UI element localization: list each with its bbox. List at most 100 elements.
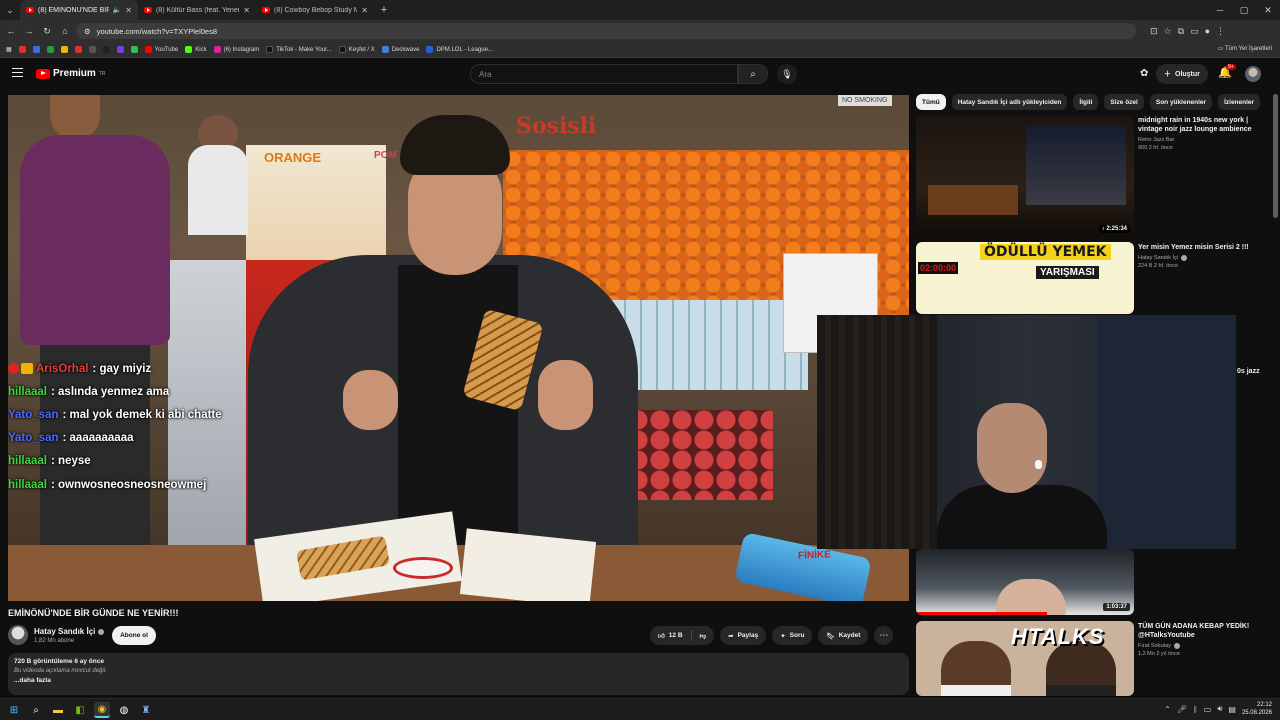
video-thumbnail[interactable]: HTALKS (916, 621, 1134, 696)
back-icon[interactable]: ← (4, 24, 18, 38)
install-app-icon[interactable]: ⊡ (1150, 26, 1158, 37)
chip-for-you[interactable]: Size özel (1104, 94, 1144, 110)
sidebar-icon[interactable]: ▭ (1190, 26, 1199, 37)
hamburger-menu-icon[interactable] (12, 68, 23, 77)
reload-icon[interactable]: ↻ (40, 24, 54, 38)
channel-avatar[interactable] (8, 625, 28, 645)
chat-badge-icon (8, 363, 19, 375)
recommendation-item[interactable]: HTALKS TÜM GÜN ADANA KEBAP YEDİK! @HTalk… (916, 621, 1266, 696)
apps-icon[interactable]: ▦ (6, 46, 12, 53)
share-button[interactable]: ➦ Paylaş (720, 626, 767, 645)
recommendation-channel[interactable]: Hatay Sandık İçi (1138, 255, 1266, 261)
bookmark-tiktok[interactable]: TikTok - Make Your... (266, 46, 332, 53)
search-button[interactable]: ⌕ (738, 64, 768, 84)
recommendation-item[interactable]: 1:03:37 (916, 549, 1266, 623)
bookmark-item[interactable] (46, 46, 54, 53)
video-thumbnail[interactable]: 1:03:37 (916, 549, 1134, 615)
youtube-favicon-icon (262, 7, 270, 13)
extensions-icon[interactable]: ⧉ (1178, 26, 1184, 37)
tab-close-icon[interactable]: ✕ (125, 6, 132, 15)
bookmark-item[interactable] (18, 46, 26, 53)
volume-icon[interactable]: 🔊︎ (1217, 704, 1222, 714)
tab-close-icon[interactable]: ✕ (361, 6, 368, 15)
new-tab-button[interactable]: + (374, 4, 394, 16)
home-icon[interactable]: ⌂ (58, 24, 72, 38)
bookmark-kick[interactable]: Kick (185, 46, 207, 53)
bookmark-instagram[interactable]: (6) Instagram (213, 46, 259, 53)
description-box[interactable]: 720 B görüntüleme 6 ay önce Bu videoda a… (8, 653, 909, 695)
profile-icon[interactable]: ● (1205, 26, 1210, 37)
recommendation-title[interactable]: TÜM GÜN ADANA KEBAP YEDİK! @HTalksYoutub… (1138, 622, 1266, 640)
file-explorer-icon[interactable]: ▬ (50, 702, 66, 718)
forward-icon[interactable]: → (22, 24, 36, 38)
recommendation-item[interactable]: 02:00:00 ÖDÜLLÜ YEMEK YARIŞMASI Yer misi… (916, 242, 1266, 316)
bookmark-item[interactable] (102, 46, 110, 53)
chip-watched[interactable]: İzlenenler (1218, 94, 1261, 110)
account-avatar[interactable] (1245, 66, 1261, 82)
bookmark-x[interactable]: Keşfet / X (338, 46, 375, 53)
chip-from-uploader[interactable]: Hatay Sandık İçi adlı yükleyiciden (951, 94, 1068, 110)
page-scrollbar[interactable] (1273, 94, 1278, 218)
bookmark-star-icon[interactable]: ☆ (1164, 26, 1172, 37)
recommendation-item[interactable]: ♪ 2:25:34 midnight rain in 1940s new yor… (916, 115, 1266, 237)
site-info-icon[interactable]: ⚙ (84, 27, 91, 36)
browser-menu-icon[interactable]: ⋮ (1216, 26, 1225, 37)
recommendation-channel[interactable]: Retro Jazz Bar (1138, 137, 1266, 143)
nvidia-icon[interactable]: ◧ (72, 702, 88, 718)
discord-icon[interactable]: ◍ (116, 702, 132, 718)
recommendation-title[interactable]: midnight rain in 1940s new york | vintag… (1138, 116, 1266, 134)
bookmark-item[interactable] (130, 46, 138, 53)
tray-chevron-icon[interactable]: ⌃ (1164, 705, 1171, 714)
cast-icon[interactable]: ✿ (1140, 68, 1148, 79)
steam-icon[interactable]: ♜ (138, 702, 154, 718)
chip-recent[interactable]: Son yüklenenler (1149, 94, 1213, 110)
bluetooth-icon[interactable]: ᛒ (1193, 705, 1198, 714)
chip-all[interactable]: Tümü (916, 94, 946, 110)
video-player[interactable]: NO SMOKING Sosisli ORANGE POM FİNİKE Ari… (8, 95, 909, 601)
show-more-link[interactable]: ...daha fazla (14, 677, 903, 684)
minimize-icon[interactable]: ─ (1208, 0, 1232, 20)
speaker-icon[interactable]: 🔈 (113, 6, 122, 14)
chip-related[interactable]: İlgili (1073, 94, 1099, 110)
search-icon[interactable]: ⌕ (28, 702, 44, 718)
tab-video[interactable]: (8) EMİNÖNÜ'NDE BİR GÜ 🔈 ✕ (20, 0, 138, 20)
tab-cowboy-bebop[interactable]: (8) Cowboy Bebop Study Music ✕ (256, 0, 374, 20)
maximize-icon[interactable]: ▢ (1232, 0, 1256, 20)
create-button[interactable]: ＋ Oluştur (1156, 64, 1208, 84)
bookmark-deckwave[interactable]: Deckwave (381, 46, 419, 53)
voice-search-button[interactable]: 🎙 (777, 64, 797, 84)
subscribe-button[interactable]: Abone ol (112, 626, 156, 645)
like-button[interactable]: 👍︎ 12 B (650, 626, 691, 645)
tab-kultur-bass[interactable]: (8) Kültür Bass (feat. Yener Çevik ✕ (138, 0, 256, 20)
recommendation-channel[interactable]: Fırat Sobutay (1138, 643, 1266, 649)
mic-tray-icon[interactable]: 🎤︎ (1177, 705, 1187, 714)
bookmark-dpm[interactable]: DPM.LOL - League... (426, 46, 493, 53)
channel-name[interactable]: Hatay Sandık İçi (34, 627, 105, 636)
bookmark-item[interactable] (74, 46, 82, 53)
youtube-logo[interactable]: Premium TR (36, 68, 105, 79)
display-icon[interactable]: ▭ (1204, 705, 1212, 714)
video-thumbnail[interactable]: 02:00:00 ÖDÜLLÜ YEMEK YARIŞMASI (916, 242, 1134, 314)
bookmark-item[interactable] (60, 46, 68, 53)
address-bar[interactable]: ⚙ youtube.com/watch?v=TXYPlel0es8 (76, 23, 1136, 39)
close-window-icon[interactable]: ✕ (1256, 0, 1280, 20)
windows-start-icon[interactable]: ⊞ (6, 702, 22, 718)
clock[interactable]: 22:12 25.08.2026 (1242, 701, 1272, 717)
chrome-icon[interactable]: ◉ (94, 702, 110, 718)
bookmark-item[interactable] (116, 46, 124, 53)
dislike-button[interactable]: 👎︎ (692, 626, 715, 645)
bookmark-item[interactable] (88, 46, 96, 53)
video-thumbnail[interactable]: ♪ 2:25:34 (916, 115, 1134, 237)
tab-close-icon[interactable]: ✕ (243, 6, 250, 15)
more-actions-icon[interactable]: ⋯ (874, 626, 894, 645)
bookmark-item[interactable] (32, 46, 40, 53)
ask-button[interactable]: ✦ Soru (772, 626, 813, 645)
search-input[interactable]: Ara (470, 64, 738, 84)
tab-search-icon[interactable]: ⌄ (0, 0, 20, 20)
recommendation-title[interactable]: Yer misin Yemez misin Serisi 2 !!! (1138, 243, 1266, 252)
all-bookmarks-folder[interactable]: ▭ Tüm Yer İşaretleri (1218, 45, 1272, 52)
bookmark-youtube[interactable]: YouTube (144, 46, 178, 53)
save-button[interactable]: 🔖︎ Kaydet (818, 626, 869, 645)
webcam-overlay[interactable] (817, 315, 1236, 549)
network-icon[interactable]: ▤ (1228, 705, 1236, 714)
